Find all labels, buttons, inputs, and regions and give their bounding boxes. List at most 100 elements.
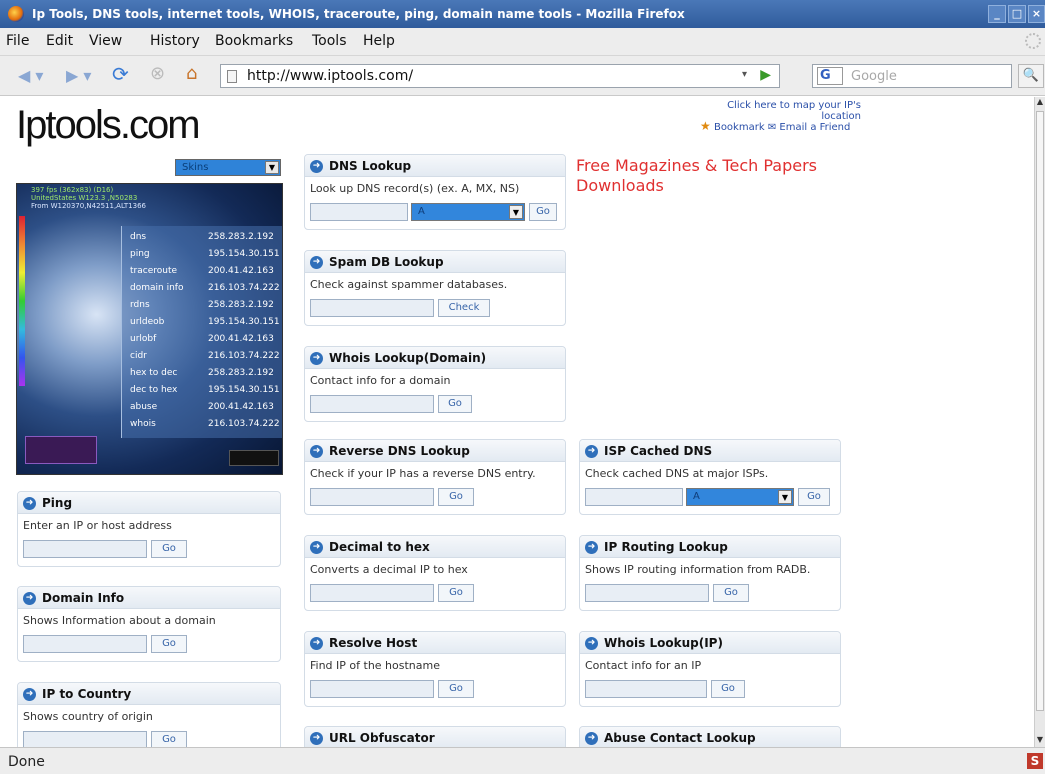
- spam-input[interactable]: [310, 299, 434, 317]
- search-box[interactable]: G Google: [812, 64, 1012, 88]
- minimize-button[interactable]: _: [988, 5, 1006, 23]
- ip-country-input[interactable]: [23, 731, 147, 747]
- vertical-scrollbar[interactable]: ▲ ▼: [1034, 97, 1045, 747]
- forward-arrow-icon[interactable]: ▶ ▾: [66, 66, 91, 85]
- close-button[interactable]: ×: [1028, 5, 1045, 23]
- globe-tool-name[interactable]: domain info: [130, 283, 183, 293]
- globe-tool-row[interactable]: cidr 216.103.74.222: [122, 349, 282, 365]
- home-icon[interactable]: ⌂: [186, 63, 197, 84]
- globe-tool-name[interactable]: traceroute: [130, 266, 177, 276]
- chevron-down-icon[interactable]: ▼: [509, 205, 523, 219]
- globe-tool-row[interactable]: urlobf 200.41.42.163: [122, 332, 282, 348]
- globe-tool-row[interactable]: whois 216.103.74.222: [122, 417, 282, 433]
- ping-input[interactable]: [23, 540, 147, 558]
- ip-routing-go-button[interactable]: Go: [713, 584, 749, 602]
- globe-tool-row[interactable]: dec to hex 195.154.30.151: [122, 383, 282, 399]
- dns-go-button[interactable]: Go: [529, 203, 557, 221]
- tool-title: Abuse Contact Lookup: [604, 731, 756, 745]
- globe-tool-row[interactable]: traceroute 200.41.42.163: [122, 264, 282, 280]
- ip-globe-visualization[interactable]: 397 fps (362x83) (D16) UnitedStates W123…: [16, 183, 283, 475]
- isp-dns-record-select[interactable]: A ▼: [686, 488, 794, 506]
- ad-line-2[interactable]: Downloads: [576, 176, 817, 196]
- arrow-right-icon: ➜: [310, 732, 323, 745]
- ad-link[interactable]: Free Magazines & Tech Papers Downloads: [576, 156, 817, 196]
- whois-ip-go-button[interactable]: Go: [711, 680, 745, 698]
- globe-tool-name[interactable]: urldeob: [130, 317, 164, 327]
- globe-tool-row[interactable]: urldeob 195.154.30.151: [122, 315, 282, 331]
- dec-hex-go-button[interactable]: Go: [438, 584, 474, 602]
- arrow-right-icon: ➜: [310, 637, 323, 650]
- globe-tool-row[interactable]: hex to dec 258.283.2.192: [122, 366, 282, 382]
- globe-tool-name[interactable]: ping: [130, 249, 150, 259]
- whois-domain-go-button[interactable]: Go: [438, 395, 472, 413]
- globe-tool-name[interactable]: dns: [130, 232, 146, 242]
- rdns-input[interactable]: [310, 488, 434, 506]
- menu-view[interactable]: View: [89, 33, 122, 49]
- go-arrow-icon[interactable]: ▶: [760, 67, 771, 83]
- globe-tool-row[interactable]: abuse 200.41.42.163: [122, 400, 282, 416]
- menu-edit[interactable]: Edit: [46, 33, 73, 49]
- search-icon[interactable]: 🔍: [1018, 64, 1044, 88]
- isp-dns-go-button[interactable]: Go: [798, 488, 830, 506]
- dns-record-select[interactable]: A ▼: [411, 203, 525, 221]
- skins-select[interactable]: Skins ▼: [175, 159, 281, 176]
- globe-tool-name[interactable]: rdns: [130, 300, 150, 310]
- tool-description: Find IP of the hostname: [310, 659, 440, 672]
- dec-hex-input[interactable]: [310, 584, 434, 602]
- search-placeholder[interactable]: Google: [851, 69, 897, 84]
- globe-tool-name[interactable]: hex to dec: [130, 368, 177, 378]
- google-engine-icon[interactable]: G: [817, 67, 843, 85]
- globe-tool-name[interactable]: cidr: [130, 351, 147, 361]
- whois-ip-input[interactable]: [585, 680, 707, 698]
- rdns-go-button[interactable]: Go: [438, 488, 474, 506]
- menu-tools[interactable]: Tools: [312, 33, 347, 49]
- back-arrow-icon[interactable]: ◀ ▾: [18, 66, 43, 85]
- scrollbar-thumb[interactable]: [1036, 111, 1044, 711]
- select-value: A: [418, 206, 425, 217]
- resolve-input[interactable]: [310, 680, 434, 698]
- menu-help[interactable]: Help: [363, 33, 395, 49]
- browser-window: Ip Tools, DNS tools, internet tools, WHO…: [0, 0, 1045, 774]
- ip-country-go-button[interactable]: Go: [151, 731, 187, 747]
- menu-file[interactable]: File: [6, 33, 29, 49]
- domain-info-input[interactable]: [23, 635, 147, 653]
- globe-tool-name[interactable]: whois: [130, 419, 156, 429]
- globe-color-scale: [19, 216, 25, 386]
- isp-dns-input[interactable]: [585, 488, 683, 506]
- globe-tool-row[interactable]: dns 258.283.2.192: [122, 230, 282, 246]
- whois-domain-input[interactable]: [310, 395, 434, 413]
- ad-line-1[interactable]: Free Magazines & Tech Papers: [576, 156, 817, 176]
- stop-icon[interactable]: ⊗: [150, 63, 165, 84]
- menu-bookmarks[interactable]: Bookmarks: [215, 33, 293, 49]
- chevron-down-icon[interactable]: ▼: [265, 161, 279, 174]
- firefox-logo-icon: [8, 6, 24, 22]
- ping-go-button[interactable]: Go: [151, 540, 187, 558]
- email-friend-link[interactable]: Email a Friend: [779, 122, 850, 133]
- globe-tool-row[interactable]: ping 195.154.30.151: [122, 247, 282, 263]
- url-history-dropdown-icon[interactable]: ▾: [742, 69, 747, 80]
- globe-stats: 397 fps (362x83) (D16) UnitedStates W123…: [31, 186, 146, 210]
- reload-icon[interactable]: ⟳: [112, 62, 129, 86]
- ip-routing-input[interactable]: [585, 584, 709, 602]
- domain-info-go-button[interactable]: Go: [151, 635, 187, 653]
- spam-check-button[interactable]: Check: [438, 299, 490, 317]
- globe-tool-name[interactable]: urlobf: [130, 334, 156, 344]
- tool-title: IP Routing Lookup: [604, 540, 728, 554]
- chevron-down-icon[interactable]: ▼: [778, 490, 792, 504]
- url-text[interactable]: http://www.iptools.com/: [247, 68, 413, 84]
- globe-tool-row[interactable]: domain info 216.103.74.222: [122, 281, 282, 297]
- globe-tool-row[interactable]: rdns 258.283.2.192: [122, 298, 282, 314]
- bookmark-link[interactable]: Bookmark: [714, 122, 765, 133]
- dns-input[interactable]: [310, 203, 408, 221]
- globe-tool-name[interactable]: dec to hex: [130, 385, 177, 395]
- scroll-down-icon[interactable]: ▼: [1035, 735, 1045, 747]
- resolve-go-button[interactable]: Go: [438, 680, 474, 698]
- menu-history[interactable]: History: [150, 33, 200, 49]
- tool-title: Whois Lookup(Domain): [329, 351, 487, 365]
- url-bar[interactable]: http://www.iptools.com/ ▾ ▶: [220, 64, 780, 88]
- extension-icon[interactable]: S: [1027, 753, 1043, 769]
- site-logo[interactable]: Iptools.com: [16, 103, 201, 148]
- globe-tool-name[interactable]: abuse: [130, 402, 157, 412]
- scroll-up-icon[interactable]: ▲: [1035, 97, 1045, 109]
- maximize-button[interactable]: □: [1008, 5, 1026, 23]
